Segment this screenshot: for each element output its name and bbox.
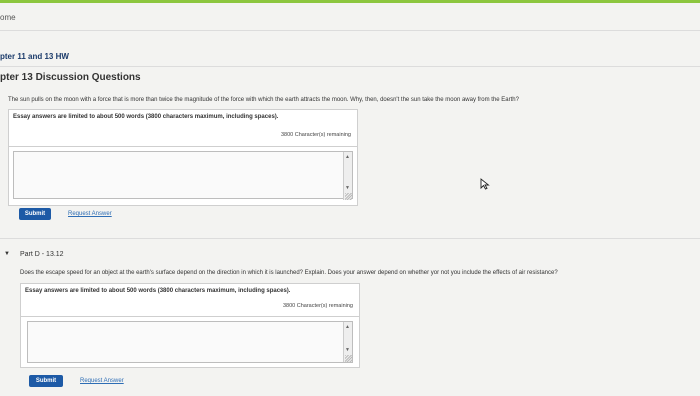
request-answer-link[interactable]: Request Answer bbox=[68, 211, 112, 217]
caret-down-icon[interactable]: ▼ bbox=[4, 251, 10, 257]
page-title: pter 13 Discussion Questions bbox=[0, 72, 141, 83]
characters-remaining: 3800 Character(s) remaining bbox=[282, 303, 353, 309]
answer-scrollbar[interactable]: ▲ ▼ bbox=[343, 152, 352, 200]
essay-limit-notice: Essay answers are limited to about 500 w… bbox=[13, 114, 279, 120]
breadcrumb-divider bbox=[0, 66, 700, 67]
answer-scrollbar[interactable]: ▲ ▼ bbox=[343, 322, 352, 362]
characters-remaining: 3800 Character(s) remaining bbox=[280, 132, 351, 138]
header-divider bbox=[0, 30, 700, 31]
mouse-cursor-icon bbox=[480, 178, 490, 190]
essay-notice-box: Essay answers are limited to about 500 w… bbox=[8, 109, 358, 147]
part-label: Part D - 13.12 bbox=[20, 251, 64, 258]
question-text: Does the escape speed for an object at t… bbox=[20, 270, 558, 276]
answer-textarea[interactable] bbox=[27, 321, 353, 363]
breadcrumb[interactable]: pter 11 and 13 HW bbox=[0, 52, 69, 61]
section-divider bbox=[0, 238, 700, 239]
scroll-up-icon[interactable]: ▲ bbox=[345, 154, 350, 160]
top-accent-bar bbox=[0, 0, 700, 3]
scroll-down-icon[interactable]: ▼ bbox=[345, 185, 350, 191]
submit-button[interactable]: Submit bbox=[29, 375, 63, 387]
scroll-up-icon[interactable]: ▲ bbox=[345, 324, 350, 330]
resize-grip-icon[interactable] bbox=[345, 193, 352, 200]
answer-textarea[interactable] bbox=[13, 151, 353, 199]
essay-limit-notice: Essay answers are limited to about 500 w… bbox=[25, 288, 291, 294]
answer-container: ▲ ▼ bbox=[8, 146, 358, 206]
question-text: The sun pulls on the moon with a force t… bbox=[8, 97, 519, 103]
essay-notice-box: Essay answers are limited to about 500 w… bbox=[20, 283, 360, 319]
answer-container: ▲ ▼ bbox=[20, 316, 360, 368]
scroll-down-icon[interactable]: ▼ bbox=[345, 347, 350, 353]
resize-grip-icon[interactable] bbox=[345, 355, 352, 362]
home-link[interactable]: ome bbox=[0, 13, 16, 22]
submit-button[interactable]: Submit bbox=[19, 208, 51, 220]
request-answer-link[interactable]: Request Answer bbox=[80, 378, 124, 384]
